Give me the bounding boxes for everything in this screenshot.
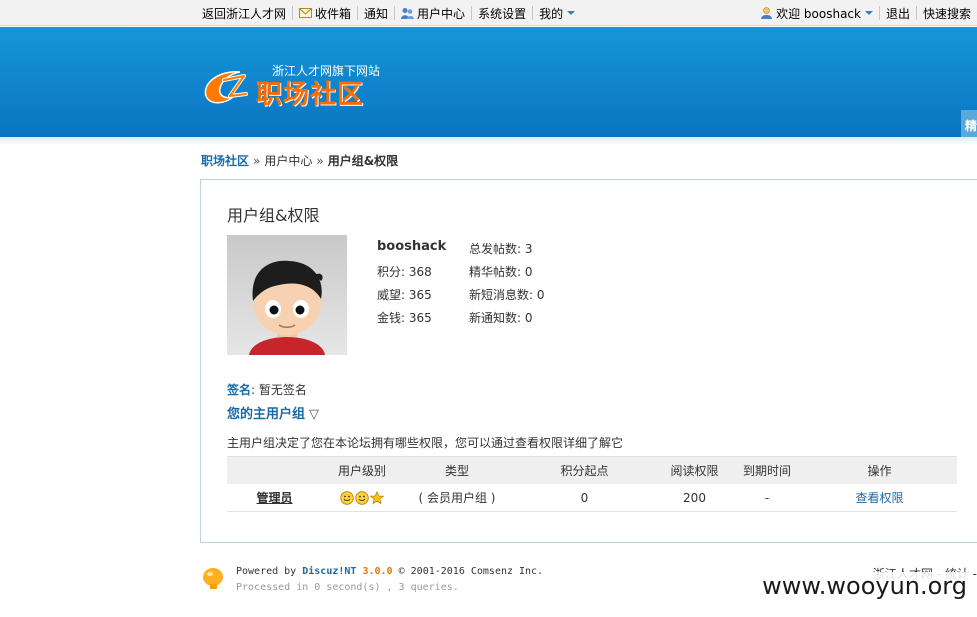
logo-swoosh-icon: [204, 71, 248, 104]
version: 3.0.0: [362, 566, 393, 577]
expire-time: -: [764, 491, 770, 505]
view-permissions-link[interactable]: 查看权限: [802, 484, 957, 512]
profile-new-notices: 新通知数: 0: [469, 311, 533, 325]
site-header: [0, 27, 977, 137]
copyright: © 2001-2016 Comsenz Inc.: [398, 566, 544, 577]
my-menu[interactable]: 我的: [532, 6, 581, 21]
inbox-link[interactable]: 收件箱: [292, 6, 357, 21]
envelope-icon: [299, 8, 313, 18]
chevron-down-icon: [864, 11, 873, 15]
primary-group-toggle[interactable]: 您的主用户组 ▽: [227, 403, 319, 422]
discuz-link[interactable]: Discuz!NT: [302, 566, 356, 577]
column-header: 到期时间: [742, 464, 791, 478]
top-nav-bar: 返回浙江人才网 收件箱 通知 用户中心 系统设置 我的 欢迎 booshack …: [0, 0, 977, 26]
column-header: 积分起点: [560, 464, 609, 478]
points-start: 0: [580, 491, 589, 505]
logout-link[interactable]: 退出: [878, 6, 916, 21]
table-row: 管理员 ( 会员用户组 ) 0 200 - 查看权限: [227, 484, 957, 512]
top-nav-label: 通知: [364, 6, 389, 21]
notifications-link[interactable]: 通知: [357, 6, 394, 21]
read-permission: 200: [683, 491, 706, 505]
watermark: www.wooyun.org: [760, 572, 969, 600]
smiley-icon: [355, 490, 369, 505]
profile-money: 金钱: 365: [377, 311, 432, 325]
column-header: 用户级别: [337, 464, 386, 478]
top-nav-left: 返回浙江人才网 收件箱 通知 用户中心 系统设置 我的: [196, 0, 581, 26]
top-nav-label: 快速搜索: [922, 6, 971, 21]
breadcrumb-user-center-link[interactable]: 用户中心: [264, 154, 312, 168]
quick-search-link[interactable]: 快速搜索: [915, 6, 977, 21]
table-header: 用户级别 类型 积分起点 阅读权限 到期时间 操作: [227, 456, 957, 484]
signature-value: : 暂无签名: [251, 383, 307, 397]
side-tab[interactable]: 精: [961, 110, 977, 137]
back-to-zjrc-link[interactable]: 返回浙江人才网: [196, 6, 292, 21]
column-header: 操作: [867, 464, 892, 478]
page-title: 用户组&权限: [227, 206, 320, 225]
group-type: ( 会员用户组 ): [418, 491, 496, 505]
main-panel: 用户组&权限 booshack 积分: 368 威望: 365 金钱: 365 …: [200, 179, 977, 543]
avatar[interactable]: [227, 235, 347, 355]
processed-info: Processed in 0 second(s) , 3 queries.: [236, 582, 459, 593]
group-name: 管理员: [256, 491, 293, 505]
top-nav-label: 用户中心: [417, 6, 466, 21]
chevron-down-icon: [567, 11, 576, 15]
breadcrumb-current: 用户组&权限: [327, 154, 399, 168]
level-icons: [340, 490, 384, 505]
column-header: 类型: [444, 464, 469, 478]
user-icon: [761, 7, 773, 19]
user-center-link[interactable]: 用户中心: [394, 6, 471, 21]
top-nav-label: 系统设置: [478, 6, 527, 21]
smiley-icon: [340, 490, 354, 505]
breadcrumb-home-link[interactable]: 职场社区: [201, 154, 249, 168]
site-logo[interactable]: 浙江人才网旗下网站 职场社区: [200, 60, 390, 110]
profile-total-posts: 总发帖数: 3: [469, 242, 533, 256]
profile-username: booshack: [377, 239, 447, 254]
avatar-cartoon-icon: [249, 260, 325, 355]
column-header: [227, 457, 322, 485]
triangle-down-icon: ▽: [309, 407, 320, 422]
top-nav-label: 返回浙江人才网: [202, 6, 287, 21]
profile-points: 积分: 368: [377, 265, 432, 279]
powered-prefix: Powered by: [236, 566, 297, 577]
primary-group-title: 您的主用户组: [227, 407, 306, 422]
top-nav-label: 退出: [885, 6, 910, 21]
signature: 签名: 暂无签名: [227, 381, 307, 398]
user-welcome-menu[interactable]: 欢迎 booshack: [754, 6, 879, 21]
users-icon: [401, 8, 415, 19]
breadcrumb: 职场社区» 用户中心» 用户组&权限: [201, 152, 398, 169]
powered-by: Powered by Discuz!NT 3.0.0 © 2001-2016 C…: [236, 566, 543, 577]
breadcrumb-separator: »: [316, 154, 324, 168]
system-settings-link[interactable]: 系统设置: [471, 6, 532, 21]
top-nav-label: 我的: [539, 6, 564, 21]
header-divider: [0, 137, 977, 145]
top-nav-label: 收件箱: [315, 6, 352, 21]
profile-new-messages: 新短消息数: 0: [469, 288, 545, 302]
star-icon: [370, 490, 384, 504]
breadcrumb-separator: »: [253, 154, 261, 168]
group-name-link[interactable]: 管理员: [227, 484, 322, 512]
column-header: 阅读权限: [670, 464, 719, 478]
welcome-text: 欢迎 booshack: [776, 6, 861, 21]
logo-title: 职场社区: [256, 80, 365, 110]
primary-group-description: 主用户组决定了您在本论坛拥有哪些权限，您可以通过查看权限详细了解它: [227, 436, 624, 450]
lightbulb-icon: [203, 568, 223, 589]
signature-label: 签名: [227, 383, 252, 397]
profile-digest-posts: 精华帖数: 0: [469, 265, 533, 279]
profile-prestige: 威望: 365: [377, 288, 432, 302]
group-table: 用户级别 类型 积分起点 阅读权限 到期时间 操作 管理员 ( 会员用户组 ) …: [227, 456, 957, 512]
view-permissions-label: 查看权限: [855, 491, 904, 505]
user-level-badges: [322, 484, 402, 512]
top-nav-right: 欢迎 booshack 退出 快速搜索: [754, 0, 977, 26]
